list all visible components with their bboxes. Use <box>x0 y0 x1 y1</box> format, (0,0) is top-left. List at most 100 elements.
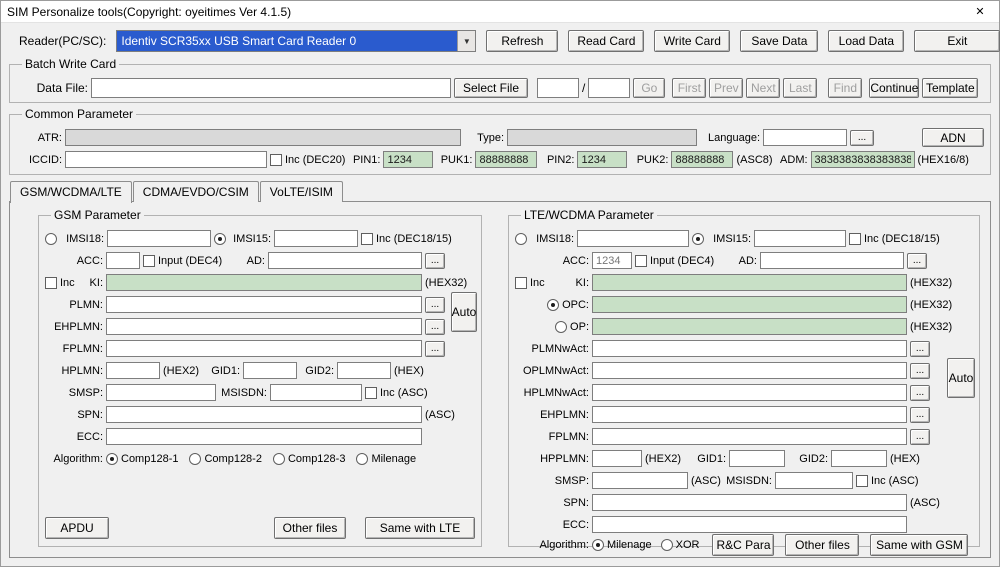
gsm-gid2-input[interactable] <box>337 362 391 379</box>
same-with-gsm-button[interactable]: Same with GSM <box>870 534 968 556</box>
tab-volte-isim[interactable]: VoLTE/ISIM <box>260 181 343 202</box>
tab-gsm-wcdma-lte[interactable]: GSM/WCDMA/LTE <box>10 181 132 203</box>
refresh-button[interactable]: Refresh <box>486 30 558 52</box>
data-file-input[interactable] <box>91 78 451 98</box>
apdu-button[interactable]: APDU <box>45 517 109 539</box>
gsm-imsi15-input[interactable] <box>274 230 358 247</box>
exit-button[interactable]: Exit <box>914 30 1000 52</box>
lte-imsi18-radio[interactable] <box>515 233 527 245</box>
close-icon[interactable]: ✕ <box>965 1 995 22</box>
gsm-plmn-browse-button[interactable]: ... <box>425 297 445 313</box>
lte-other-files-button[interactable]: Other files <box>785 534 859 556</box>
rc-para-button[interactable]: R&C Para <box>712 534 774 556</box>
template-button[interactable]: Template <box>922 78 978 98</box>
lte-algo-xor-radio[interactable] <box>661 539 673 551</box>
iccid-inc-checkbox[interactable] <box>270 154 282 166</box>
adm-input[interactable] <box>811 151 915 168</box>
continue-button[interactable]: Continue <box>869 78 919 98</box>
lte-opc-radio[interactable] <box>547 299 559 311</box>
gsm-imsi15-radio[interactable] <box>214 233 226 245</box>
gsm-algo-comp128-3-radio[interactable] <box>273 453 285 465</box>
lte-hpplmn-input[interactable] <box>592 450 642 467</box>
lte-opc-input[interactable] <box>592 296 907 313</box>
reader-select[interactable]: Identiv SCR35xx USB Smart Card Reader 0 … <box>116 30 476 52</box>
gsm-fplmn-input[interactable] <box>106 340 422 357</box>
lte-gid2-input[interactable] <box>831 450 887 467</box>
lte-ad-browse-button[interactable]: ... <box>907 253 927 269</box>
gsm-gid1-input[interactable] <box>243 362 297 379</box>
gsm-ki-input[interactable] <box>106 274 422 291</box>
lte-msisdn-input[interactable] <box>775 472 853 489</box>
adn-button[interactable]: ADN <box>922 128 984 147</box>
gsm-ehplmn-input[interactable] <box>106 318 422 335</box>
gsm-ad-browse-button[interactable]: ... <box>425 253 445 269</box>
gsm-ki-inc-checkbox[interactable] <box>45 277 57 289</box>
gsm-algo-milenage-radio[interactable] <box>356 453 368 465</box>
same-with-lte-button[interactable]: Same with LTE <box>365 517 475 539</box>
chevron-down-icon[interactable]: ▼ <box>457 31 475 51</box>
iccid-input[interactable] <box>65 151 267 168</box>
lte-oplmnwact-input[interactable] <box>592 362 907 379</box>
gsm-acc-input[interactable] <box>106 252 140 269</box>
lte-ecc-input[interactable] <box>592 516 907 533</box>
gsm-plmn-input[interactable] <box>106 296 422 313</box>
lte-acc-input-checkbox[interactable] <box>635 255 647 267</box>
pin1-input[interactable] <box>383 151 433 168</box>
pin2-input[interactable] <box>577 151 627 168</box>
batch-total-input[interactable] <box>588 78 630 98</box>
lte-imsi-inc-checkbox[interactable] <box>849 233 861 245</box>
lte-op-radio[interactable] <box>555 321 567 333</box>
gsm-hplmn-input[interactable] <box>106 362 160 379</box>
batch-index-input[interactable] <box>537 78 579 98</box>
lte-hplmnwact-browse-button[interactable]: ... <box>910 385 930 401</box>
lte-algo-milenage-radio[interactable] <box>592 539 604 551</box>
lte-imsi18-input[interactable] <box>577 230 689 247</box>
gsm-msisdn-inc-checkbox[interactable] <box>365 387 377 399</box>
lte-spn-input[interactable] <box>592 494 907 511</box>
read-card-button[interactable]: Read Card <box>568 30 644 52</box>
lte-ehplmn-input[interactable] <box>592 406 907 423</box>
gsm-fplmn-browse-button[interactable]: ... <box>425 341 445 357</box>
gsm-ehplmn-browse-button[interactable]: ... <box>425 319 445 335</box>
tab-cdma-evdo-csim[interactable]: CDMA/EVDO/CSIM <box>133 181 259 202</box>
lte-ad-input[interactable] <box>760 252 904 269</box>
lte-imsi15-input[interactable] <box>754 230 846 247</box>
gsm-smsp-input[interactable] <box>106 384 216 401</box>
save-data-button[interactable]: Save Data <box>740 30 818 52</box>
gsm-algo-comp128-2-radio[interactable] <box>189 453 201 465</box>
gsm-ad-input[interactable] <box>268 252 422 269</box>
gsm-algo-comp128-1-radio[interactable] <box>106 453 118 465</box>
gsm-imsi18-radio[interactable] <box>45 233 57 245</box>
gsm-msisdn-input[interactable] <box>270 384 362 401</box>
lte-fplmn-browse-button[interactable]: ... <box>910 429 930 445</box>
puk2-input[interactable] <box>671 151 733 168</box>
gsm-imsi-inc-checkbox[interactable] <box>361 233 373 245</box>
lte-op-input[interactable] <box>592 318 907 335</box>
load-data-button[interactable]: Load Data <box>828 30 904 52</box>
gsm-spn-input[interactable] <box>106 406 422 423</box>
lte-ehplmn-browse-button[interactable]: ... <box>910 407 930 423</box>
write-card-button[interactable]: Write Card <box>654 30 730 52</box>
lte-ki-inc-checkbox[interactable] <box>515 277 527 289</box>
gsm-other-files-button[interactable]: Other files <box>274 517 346 539</box>
lte-ki-input[interactable] <box>592 274 907 291</box>
lte-acc-input[interactable] <box>592 252 632 269</box>
lte-plmnwact-browse-button[interactable]: ... <box>910 341 930 357</box>
lte-imsi15-radio[interactable] <box>692 233 704 245</box>
select-file-button[interactable]: Select File <box>454 78 528 98</box>
lte-plmnwact-input[interactable] <box>592 340 907 357</box>
lte-auto-button[interactable]: Auto <box>947 358 975 398</box>
gsm-acc-input-checkbox[interactable] <box>143 255 155 267</box>
gsm-auto-button[interactable]: Auto <box>451 292 477 332</box>
lte-gid1-input[interactable] <box>729 450 785 467</box>
lte-hplmnwact-input[interactable] <box>592 384 907 401</box>
gsm-ecc-input[interactable] <box>106 428 422 445</box>
lte-smsp-input[interactable] <box>592 472 688 489</box>
puk1-input[interactable] <box>475 151 537 168</box>
lte-msisdn-inc-checkbox[interactable] <box>856 475 868 487</box>
lte-fplmn-input[interactable] <box>592 428 907 445</box>
language-browse-button[interactable]: ... <box>850 130 874 146</box>
gsm-imsi18-input[interactable] <box>107 230 211 247</box>
language-field[interactable] <box>763 129 847 146</box>
lte-oplmnwact-browse-button[interactable]: ... <box>910 363 930 379</box>
